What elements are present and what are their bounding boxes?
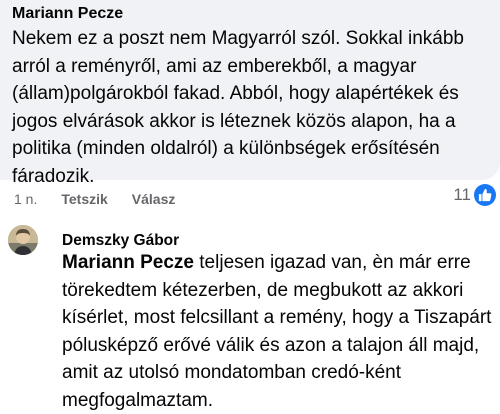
reaction-count: 11 xyxy=(453,185,471,205)
reply-author[interactable]: Demszky Gábor xyxy=(62,231,179,251)
reply-text-line: kísérlet, most felcsillant a remény, hog… xyxy=(62,304,498,332)
comment-text-line: arról a reményről, ami az emberekből, a … xyxy=(12,53,496,81)
like-icon xyxy=(474,184,496,206)
reply-text-line: törekedtem kétezerben, de megbukott az a… xyxy=(62,277,498,305)
comment-author[interactable]: Mariann Pecze xyxy=(12,4,123,24)
reply-text-line: pólusképző erővé válik és azon a talajon… xyxy=(62,332,498,360)
comment-text-line: (állam)polgárokból fakad. Abból, hogy al… xyxy=(12,80,496,108)
comment-actions: 1 n. Tetszik Válasz xyxy=(14,190,175,208)
comment-text-line: Nekem ez a poszt nem Magyarról szól. Sok… xyxy=(12,25,496,53)
avatar[interactable] xyxy=(8,225,38,255)
comment-text: Nekem ez a poszt nem Magyarról szól. Sok… xyxy=(12,25,496,190)
comment-text-line: politika (minden oldalról) a különbségek… xyxy=(12,135,496,163)
like-button[interactable]: Tetszik xyxy=(61,190,107,208)
reply-text-line: amit az utolsó mondatomban credó-ként xyxy=(62,359,498,387)
comment-text-line: fáradozik. xyxy=(12,163,496,191)
comment-timestamp[interactable]: 1 n. xyxy=(14,190,37,208)
reply-text: Mariann Pecze teljesen igazad van, èn má… xyxy=(62,249,498,414)
reply-text-line: Mariann Pecze teljesen igazad van, èn má… xyxy=(62,249,498,277)
comment-text-line: jogos elvárások akkor is léteznek közös … xyxy=(12,108,496,136)
reply-text-fragment: teljesen igazad van, èn már erre xyxy=(194,252,471,273)
reaction-summary[interactable]: 11 xyxy=(453,184,496,206)
reply-button[interactable]: Válasz xyxy=(132,190,176,208)
mention-link[interactable]: Mariann Pecze xyxy=(62,252,194,273)
reply-text-line: megfogalmaztam. xyxy=(62,387,498,414)
